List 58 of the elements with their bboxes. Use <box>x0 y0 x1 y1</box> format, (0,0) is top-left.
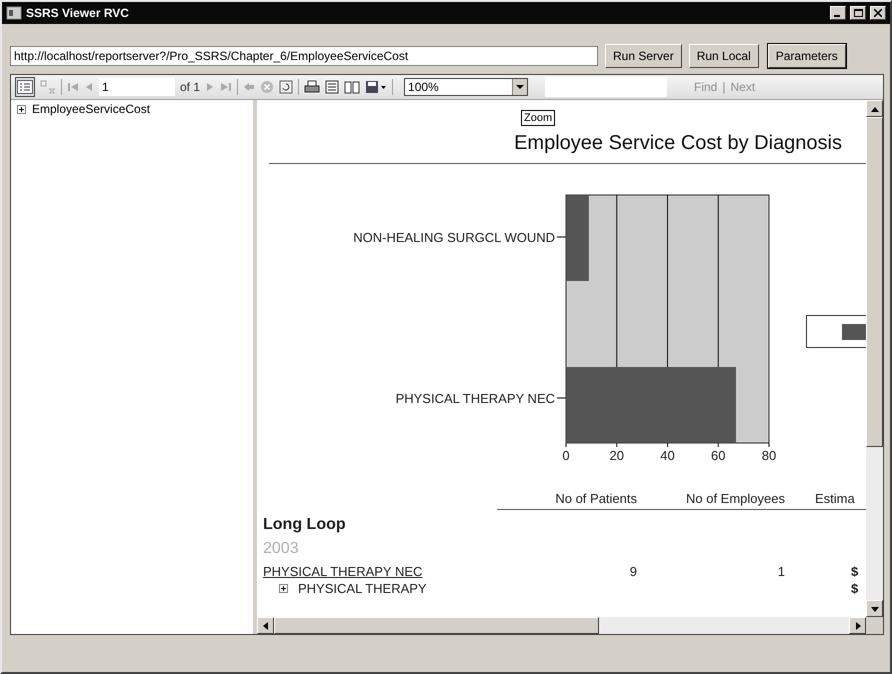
zoom-button[interactable]: Zoom <box>521 110 556 126</box>
refresh-icon <box>279 80 294 94</box>
report-title: Employee Service Cost by Diagnosis <box>514 132 842 155</box>
window-title: SSRS Viewer RVC <box>26 6 130 20</box>
toolbar-button[interactable]: Parameters <box>768 44 846 68</box>
year-heading: 2003 <box>262 539 300 558</box>
axis-tick-label: 80 <box>762 448 776 463</box>
print-layout-icon <box>325 80 340 94</box>
print-icon <box>304 80 320 94</box>
document-map-icon <box>17 80 33 94</box>
last-page-icon <box>220 81 232 93</box>
expand-toggle[interactable] <box>17 104 26 114</box>
back-arrow-icon <box>243 81 256 93</box>
close-button[interactable] <box>870 6 886 20</box>
dropdown-arrow-icon <box>516 84 524 90</box>
first-page-icon <box>67 81 79 93</box>
expand-collapse-icon <box>40 80 56 94</box>
url-field[interactable]: http://localhost/reportserver?/Pro_SSRS/Chapter_6/EmployeeServiceCost <box>10 46 598 66</box>
document-map-item[interactable]: EmployeeServiceCost <box>32 102 150 116</box>
row-label: PHYSICAL THERAPY <box>298 581 427 596</box>
column-header: No of Patients <box>497 491 637 510</box>
category-label: PHYSICAL THERAPY NEC <box>396 391 555 406</box>
maximize-icon <box>854 9 862 17</box>
minimize-button[interactable] <box>830 6 846 20</box>
page-number-field[interactable]: 1 <box>99 78 175 96</box>
category-label: NON-HEALING SURGCL WOUND <box>353 230 555 245</box>
table-cell-text: 1 <box>776 563 785 579</box>
expand-icon <box>279 584 288 593</box>
document-map-toggle[interactable] <box>15 77 35 97</box>
scrollbar-corner <box>866 617 883 634</box>
table-cell-text: $ <box>850 580 860 596</box>
table-cell-text: $ <box>850 563 860 579</box>
next-page-icon <box>205 81 216 93</box>
app-icon <box>6 6 22 20</box>
separator-text: | <box>722 80 726 94</box>
maximize-button[interactable] <box>850 6 866 20</box>
group-heading: Long Loop <box>262 515 347 534</box>
stop-icon <box>260 80 274 94</box>
close-icon <box>874 9 882 17</box>
toolbar-button[interactable]: Run Local <box>688 44 759 68</box>
zoom-select[interactable]: 100% <box>404 78 528 96</box>
axis-tick-label: 60 <box>711 448 726 463</box>
find-field[interactable] <box>545 77 668 97</box>
axis-tick-label: 40 <box>660 448 675 463</box>
axis-tick-label: 20 <box>610 448 624 463</box>
vertical-scrollbar[interactable] <box>866 100 883 617</box>
table-cell-text: 9 <box>628 563 637 579</box>
page-setup-icon <box>344 80 360 94</box>
expand-icon <box>17 104 26 114</box>
save-dropdown-icon <box>365 80 388 94</box>
page-count: of 1 <box>180 80 200 94</box>
diagnosis-link[interactable]: PHYSICAL THERAPY NEC <box>257 558 497 579</box>
column-header: No of Employees <box>637 491 785 510</box>
legend-drawing <box>806 315 866 348</box>
horizontal-scrollbar[interactable] <box>257 617 866 634</box>
axis-tick-label: 0 <box>562 448 570 463</box>
toolbar-button[interactable]: Run Server <box>605 44 682 68</box>
previous-page-icon <box>84 81 94 93</box>
